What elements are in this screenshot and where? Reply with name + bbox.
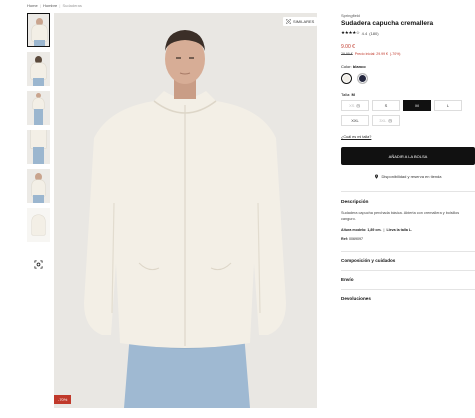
location-pin-icon bbox=[375, 174, 379, 179]
thumbnail-legs[interactable] bbox=[27, 130, 50, 164]
notify-icon bbox=[357, 104, 361, 108]
size-option-xxl[interactable]: XXL bbox=[341, 115, 369, 126]
price-history: 29.99 € Precio inicial: 29.99 € (-70%) bbox=[341, 52, 475, 56]
first-price: Precio inicial: 29.99 € bbox=[354, 52, 388, 56]
model-info: Altura modelo: 1,89 cm. | Lleva la talla… bbox=[341, 227, 413, 232]
description-title[interactable]: Descripción bbox=[341, 200, 475, 205]
thumbnail-full-body[interactable] bbox=[27, 91, 50, 125]
description-section: Descripción Sudadera capucha perchada bá… bbox=[341, 191, 475, 241]
description-text: Sudadera capucha perchada básica. Abiert… bbox=[341, 211, 460, 221]
notify-icon bbox=[388, 119, 393, 123]
similar-button[interactable]: SIMILARES bbox=[283, 17, 317, 26]
size-option-3xl[interactable]: 3XL bbox=[372, 115, 400, 126]
breadcrumb-current: Sudaderas bbox=[62, 3, 82, 8]
model-photo bbox=[54, 13, 317, 408]
accordion-shipping[interactable]: Envío bbox=[341, 269, 475, 289]
visual-search-icon bbox=[34, 259, 43, 269]
brand-name: Springfield bbox=[341, 13, 360, 18]
rating-stars: ★★★★☆ bbox=[341, 30, 360, 35]
similar-label: SIMILARES bbox=[293, 19, 315, 24]
current-price: 9.00 € bbox=[341, 44, 355, 50]
color-value: blanco bbox=[352, 64, 366, 69]
color-label: Color: blanco bbox=[341, 64, 366, 69]
breadcrumb-home[interactable]: Home bbox=[27, 3, 38, 8]
rating-row[interactable]: ★★★★☆ 4.4 (180) bbox=[341, 30, 475, 36]
thumbnail-back[interactable] bbox=[27, 52, 50, 86]
thumbnail-side[interactable] bbox=[27, 169, 50, 203]
thumbnail-visual-search[interactable] bbox=[27, 247, 50, 281]
review-count: (180) bbox=[369, 30, 379, 36]
reference: Ref: 0069097 bbox=[341, 236, 363, 241]
color-swatch-white[interactable] bbox=[341, 73, 352, 84]
size-label: Talla: M bbox=[341, 92, 355, 97]
discount-percent: (-70%) bbox=[389, 52, 401, 56]
color-swatch-navy[interactable] bbox=[357, 73, 368, 84]
accordion-returns[interactable]: Devoluciones bbox=[341, 288, 475, 308]
breadcrumb: Home | Hombre | Sudaderas bbox=[27, 3, 82, 8]
product-title: Sudadera capucha cremallera bbox=[341, 20, 434, 27]
breadcrumb-section[interactable]: Hombre bbox=[43, 3, 57, 8]
size-option-xs[interactable]: XS bbox=[341, 100, 369, 111]
accordion-composition[interactable]: Composición y cuidados bbox=[341, 250, 475, 270]
size-value: M bbox=[351, 92, 355, 97]
size-option-m[interactable]: M bbox=[403, 100, 431, 111]
color-swatches bbox=[341, 73, 475, 84]
discount-badge: -70% bbox=[54, 395, 72, 404]
visual-search-icon bbox=[286, 19, 291, 24]
product-info-panel: Springfield Sudadera capucha cremallera … bbox=[341, 13, 475, 308]
size-selector: XS S M L XXL 3XL bbox=[341, 100, 475, 130]
main-product-image[interactable]: SIMILARES -70% bbox=[54, 13, 317, 408]
accordion-list: Composición y cuidados Envío Devolucione… bbox=[341, 250, 475, 308]
rating-value: 4.4 bbox=[361, 30, 368, 36]
old-price: 29.99 € bbox=[341, 52, 353, 56]
size-option-s[interactable]: S bbox=[372, 100, 400, 111]
thumbnail-garment[interactable] bbox=[27, 208, 50, 242]
size-option-l[interactable]: L bbox=[434, 100, 462, 111]
store-availability-label: Disponibilidad y reserva en tienda bbox=[381, 174, 442, 179]
store-availability-link[interactable]: Disponibilidad y reserva en tienda bbox=[341, 174, 475, 179]
size-guide-link[interactable]: ¿Cuál es mi talla? bbox=[341, 135, 475, 139]
add-to-bag-button[interactable]: AÑADIR A LA BOLSA bbox=[341, 147, 475, 165]
thumbnail-front[interactable] bbox=[27, 13, 50, 47]
